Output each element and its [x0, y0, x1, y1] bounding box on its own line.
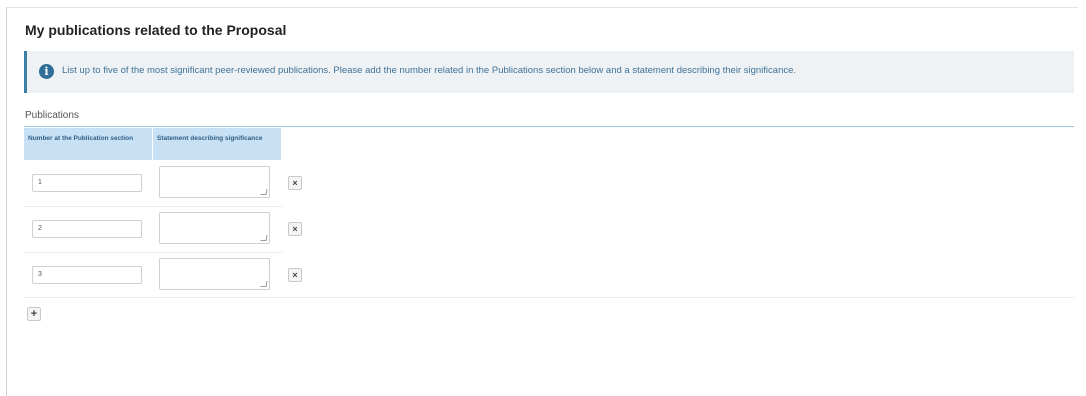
column-header-number: Number at the Publication section [24, 128, 152, 160]
column-header-statement: Statement describing significance [153, 128, 281, 160]
publication-number-input[interactable]: 2 [32, 220, 142, 238]
resize-grip-icon[interactable] [260, 189, 268, 195]
statement-textarea[interactable] [159, 258, 270, 290]
statement-textarea[interactable] [159, 212, 270, 244]
delete-row-button[interactable]: × [288, 176, 302, 190]
delete-row-button[interactable]: × [288, 222, 302, 236]
info-circle-icon: i [39, 64, 54, 79]
table-row: 1 [24, 160, 282, 206]
info-alert: i List up to five of the most significan… [24, 51, 1074, 93]
resize-grip-icon[interactable] [260, 281, 268, 287]
table-bottom-divider [24, 297, 1074, 298]
table-row: 3 [24, 252, 282, 298]
publication-number-input[interactable]: 1 [32, 174, 142, 192]
delete-row-button[interactable]: × [288, 268, 302, 282]
resize-grip-icon[interactable] [260, 235, 268, 241]
publication-number-input[interactable]: 3 [32, 266, 142, 284]
publications-label: Publications [25, 110, 79, 121]
add-row-button[interactable]: + [27, 307, 41, 321]
publications-divider [24, 126, 1074, 127]
info-alert-text: List up to five of the most significant … [62, 65, 797, 76]
table-row: 2 [24, 206, 282, 252]
section-title: My publications related to the Proposal [25, 22, 287, 38]
statement-textarea[interactable] [159, 166, 270, 198]
